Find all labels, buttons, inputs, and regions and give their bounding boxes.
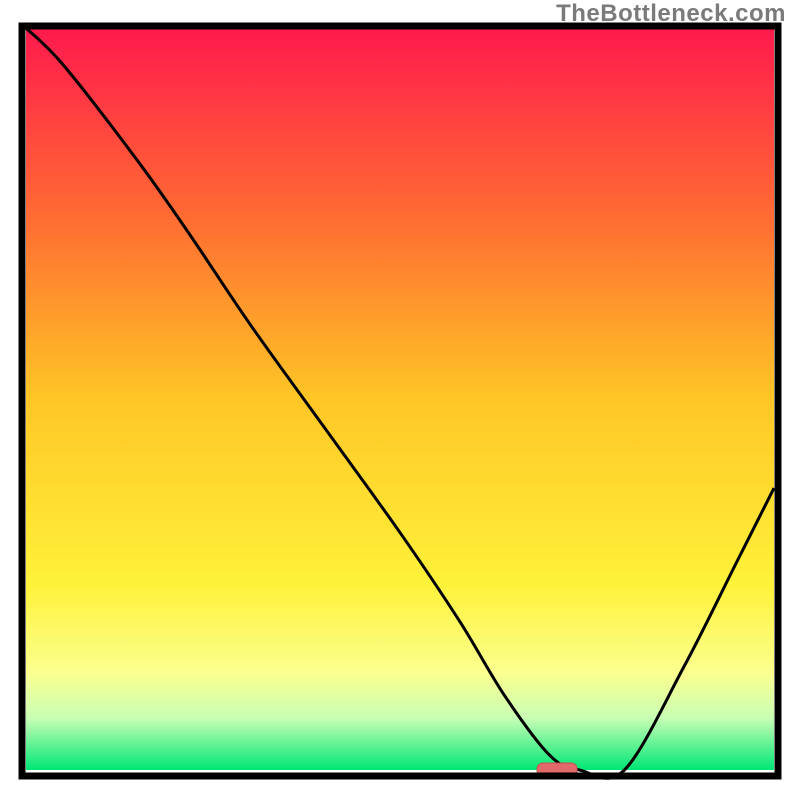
- bottleneck-chart: TheBottleneck.com: [0, 0, 800, 800]
- plot-background: [26, 28, 774, 770]
- chart-svg: [0, 0, 800, 800]
